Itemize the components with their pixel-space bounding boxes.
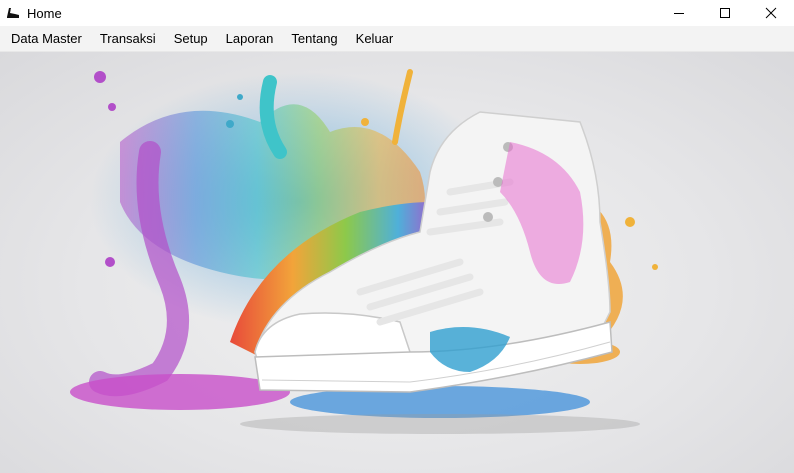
window-title: Home [27, 5, 62, 21]
menu-data-master[interactable]: Data Master [0, 26, 91, 51]
minimize-icon [674, 13, 684, 14]
minimize-button[interactable] [656, 0, 702, 26]
menu-tentang[interactable]: Tentang [282, 26, 346, 51]
menu-bar: Data Master Transaksi Setup Laporan Tent… [0, 26, 794, 52]
menu-keluar[interactable]: Keluar [347, 26, 403, 51]
sneaker-logo-icon [5, 5, 21, 21]
menu-setup[interactable]: Setup [165, 26, 217, 51]
sneaker-paint-splash-image [70, 69, 658, 434]
close-button[interactable] [748, 0, 794, 26]
title-bar: Home [0, 0, 794, 26]
background-image [0, 52, 794, 473]
maximize-button[interactable] [702, 0, 748, 26]
menu-transaksi[interactable]: Transaksi [91, 26, 165, 51]
maximize-icon [720, 8, 730, 18]
close-icon [765, 7, 777, 19]
menu-laporan[interactable]: Laporan [217, 26, 283, 51]
